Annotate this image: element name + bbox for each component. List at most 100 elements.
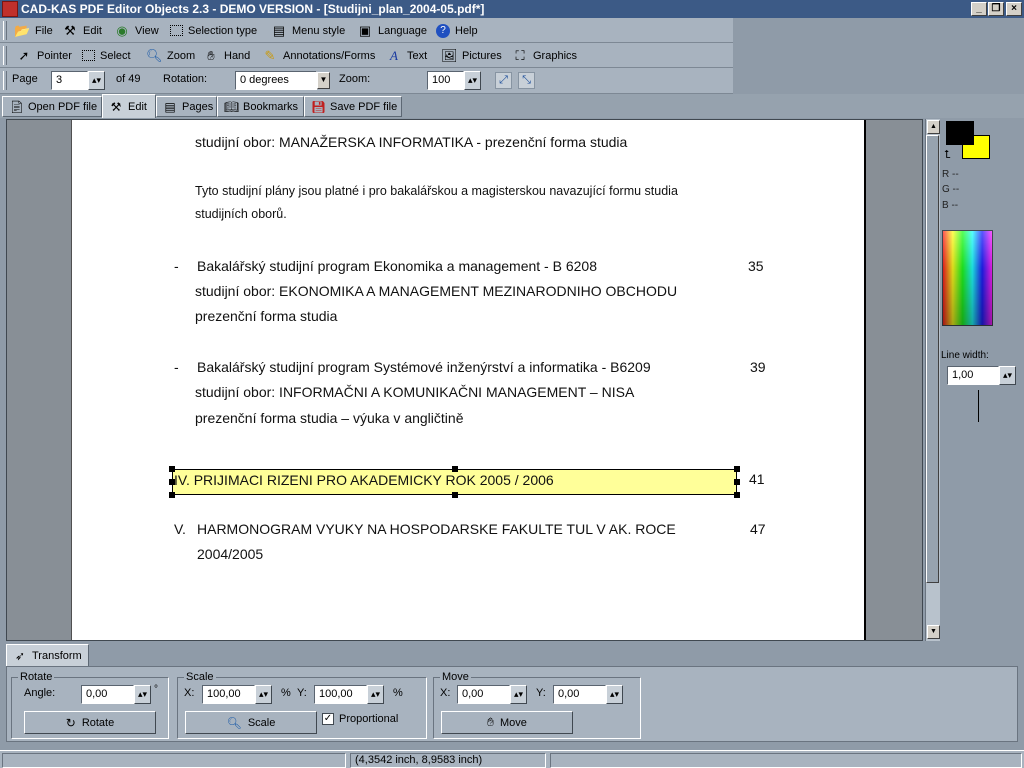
section-number[interactable]: V. — [174, 521, 186, 537]
move-y-spin-button[interactable]: ▴▾ — [606, 685, 623, 704]
minimize-button[interactable]: _ — [971, 2, 987, 16]
tool-annotations[interactable]: ✎ Annotations/Forms — [262, 47, 376, 64]
line-width-input[interactable]: 1,00 — [947, 366, 999, 385]
pdf-page[interactable]: studijní obor: MANAŽERSKA INFORMATIKA - … — [71, 120, 866, 640]
restore-button[interactable]: ❐ — [988, 2, 1004, 16]
tab-pages[interactable]: ▤ Pages — [156, 96, 217, 117]
tool-zoom[interactable]: 🔍︎ Zoom — [146, 47, 195, 64]
toc-page-number[interactable]: 39 — [750, 359, 766, 375]
scale-x-unit: % — [281, 687, 291, 699]
angle-input[interactable]: 0,00 — [81, 685, 134, 704]
rotation-label: Rotation: — [163, 73, 208, 85]
rotation-dropdown-button[interactable]: ▼ — [317, 72, 330, 89]
document-line[interactable]: prezenční forma studia – výuka v angličt… — [195, 410, 463, 426]
document-line[interactable]: Bakalářský studijní program Systémové in… — [197, 359, 651, 375]
toolbar-grip[interactable] — [3, 21, 7, 40]
tool-hand[interactable]: ✋︎ Hand — [203, 47, 250, 64]
rotate-button[interactable]: ↻ Rotate — [24, 711, 156, 734]
scale-y-spin-button[interactable]: ▴▾ — [367, 685, 384, 704]
toc-page-number[interactable]: 41 — [749, 471, 765, 487]
menu-help[interactable]: ? Help — [436, 22, 478, 39]
tool-graphics[interactable]: ⛶ Graphics — [512, 47, 577, 64]
document-line[interactable]: 2004/2005 — [197, 546, 263, 562]
fit-page-button[interactable]: ⤡ — [518, 72, 535, 89]
document-viewport[interactable]: studijní obor: MANAŽERSKA INFORMATIKA - … — [6, 119, 923, 641]
page-spin-button[interactable]: ▴▾ — [88, 71, 105, 90]
tab-transform[interactable]: ➶ Transform — [6, 644, 89, 667]
move-y-input[interactable]: 0,00 — [553, 685, 606, 704]
resize-handle[interactable] — [734, 466, 740, 472]
close-button[interactable]: × — [1006, 2, 1022, 16]
zoom-spin-button[interactable]: ▴▾ — [464, 71, 481, 90]
menu-language[interactable]: ▣ Language — [357, 22, 427, 39]
line-width-spin-button[interactable]: ▴▾ — [999, 366, 1016, 385]
menu-edit[interactable]: ⚒ Edit — [62, 22, 102, 39]
page-label: Page — [12, 73, 38, 85]
rotate-group: Rotate Angle: 0,00 ▴▾ ° ↻ Rotate — [11, 671, 169, 739]
window-title: CAD-KAS PDF Editor Objects 2.3 - DEMO VE… — [21, 2, 485, 16]
folder-icon: 📂 — [14, 22, 31, 38]
graphics-icon: ⛶ — [515, 47, 525, 63]
primary-color-swatch[interactable] — [946, 121, 974, 145]
document-line[interactable]: prezenční forma studia — [195, 308, 337, 324]
bookmarks-icon: 📖︎ — [224, 99, 240, 114]
angle-spin-button[interactable]: ▴▾ — [134, 685, 151, 704]
scale-button[interactable]: 🔍︎ Scale — [185, 711, 317, 734]
view-icon: ◉ — [116, 22, 128, 38]
document-line[interactable]: studijních oborů. — [195, 207, 287, 221]
tab-edit[interactable]: ⚒ Edit — [102, 94, 156, 118]
status-pane-left — [2, 753, 346, 768]
tab-bookmarks[interactable]: 📖︎ Bookmarks — [217, 96, 304, 117]
resize-handle[interactable] — [734, 479, 740, 485]
scale-x-input[interactable]: 100,00 — [202, 685, 255, 704]
tool-text[interactable]: A Text — [386, 47, 427, 64]
scroll-up-button[interactable]: ▲ — [927, 120, 940, 134]
scroll-down-button[interactable]: ▼ — [927, 625, 940, 639]
fit-width-button[interactable]: ⤢ — [495, 72, 512, 89]
magnifier-icon: 🔍︎ — [146, 47, 163, 63]
tool-select[interactable]: Select — [82, 47, 131, 64]
text-icon: A — [390, 47, 398, 63]
list-bullet: - — [174, 359, 179, 375]
tab-open-pdf[interactable]: 📄︎ Open PDF file — [2, 96, 102, 117]
menu-menu-style[interactable]: ▤ Menu style — [271, 22, 345, 39]
scale-y-input[interactable]: 100,00 — [314, 685, 367, 704]
toc-page-number[interactable]: 35 — [748, 258, 764, 274]
page-number-input[interactable]: 3 — [51, 71, 88, 90]
green-value: G -- — [942, 184, 960, 195]
scrollbar-thumb[interactable] — [926, 135, 939, 583]
toolbar-grip[interactable] — [3, 46, 7, 65]
menu-file[interactable]: 📂 File — [14, 22, 53, 39]
document-line[interactable]: studijní obor: MANAŽERSKA INFORMATIKA - … — [195, 134, 627, 150]
toc-page-number[interactable]: 47 — [750, 521, 766, 537]
scale-x-spin-button[interactable]: ▴▾ — [255, 685, 272, 704]
resize-handle[interactable] — [169, 492, 175, 498]
fit-width-icon: ⤢ — [499, 74, 508, 86]
tool-pictures[interactable]: 🖼︎ Pictures — [441, 47, 502, 64]
resize-handle[interactable] — [452, 492, 458, 498]
move-x-input[interactable]: 0,00 — [457, 685, 510, 704]
document-line[interactable]: Tyto studijní plány jsou platné i pro ba… — [195, 184, 678, 198]
document-line[interactable]: studijní obor: INFORMAČNI A KOMUNIKAČNI … — [195, 384, 634, 400]
selected-text-object[interactable]: IV. PRIJIMACI RIZENI PRO AKADEMICKY ROK … — [169, 466, 740, 498]
transform-panel: Rotate Angle: 0,00 ▴▾ ° ↻ Rotate Scale X:… — [6, 666, 1018, 742]
document-line[interactable]: studijní obor: EKONOMIKA A MANAGEMENT ME… — [195, 283, 677, 299]
section-heading[interactable]: HARMONOGRAM VYUKY NA HOSPODARSKE FAKULTE… — [197, 521, 676, 537]
rotation-select[interactable]: 0 degrees — [235, 71, 317, 90]
hand-icon: ✋︎ — [207, 47, 215, 63]
document-line[interactable]: Bakalářský studijní program Ekonomika a … — [197, 258, 597, 274]
move-button[interactable]: ✋︎ Move — [441, 711, 573, 734]
menu-view[interactable]: ◉ View — [114, 22, 158, 39]
swap-colors-icon[interactable]: ⮤ — [944, 149, 951, 162]
resize-handle[interactable] — [734, 492, 740, 498]
zoom-label: Zoom: — [339, 73, 371, 85]
section-heading[interactable]: IV. PRIJIMACI RIZENI PRO AKADEMICKY ROK … — [174, 472, 554, 488]
menu-selection-type[interactable]: Selection type — [170, 22, 257, 39]
tool-pointer[interactable]: ➚ Pointer — [16, 47, 72, 64]
move-x-spin-button[interactable]: ▴▾ — [510, 685, 527, 704]
tab-save-pdf[interactable]: 💾︎ Save PDF file — [304, 96, 402, 117]
hand-icon: ✋︎ — [487, 715, 494, 729]
toolbar-grip[interactable] — [3, 71, 7, 90]
zoom-input[interactable]: 100 — [427, 71, 464, 90]
proportional-checkbox[interactable]: ✓ — [322, 713, 334, 725]
